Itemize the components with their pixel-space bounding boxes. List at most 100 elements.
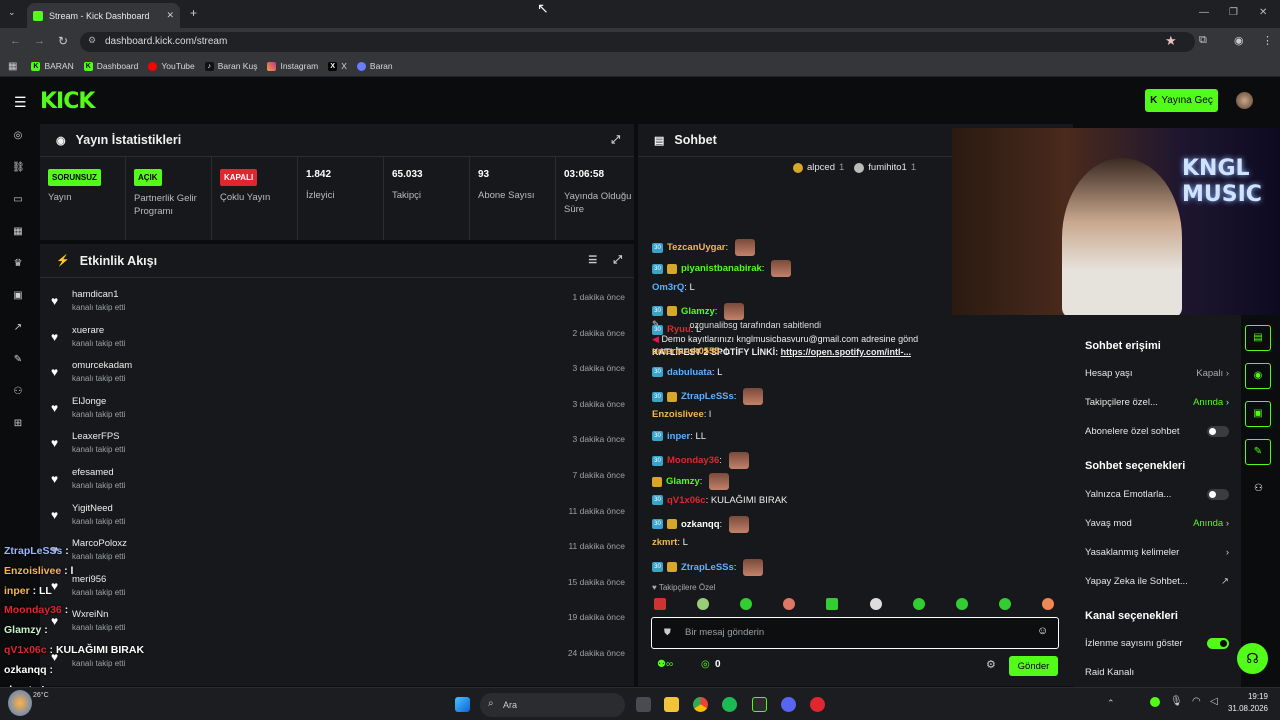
taskbar-search[interactable]: Ara <box>480 693 625 717</box>
volume-icon[interactable]: ◁ <box>1210 696 1218 707</box>
banned-words-row[interactable]: Yasaklanmış kelimeler › <box>1085 547 1229 558</box>
activity-item[interactable]: ♥ ElJonge kanalı takip etti 3 dakika önc… <box>40 391 634 426</box>
profile-icon[interactable]: ◉ <box>1234 34 1244 47</box>
weather-icon[interactable] <box>8 690 32 716</box>
activity-item[interactable]: ♥ hamdican1 kanalı takip etti 1 dakika ö… <box>40 284 634 319</box>
chat-message[interactable]: 30 inper: LL <box>652 431 706 442</box>
users-infinity-icon[interactable]: ⚉∞ <box>657 659 673 670</box>
bookmark-x[interactable]: XX <box>328 61 347 71</box>
chat-message[interactable]: 30 Glamzy: <box>652 302 745 320</box>
filter-icon[interactable]: ☰ <box>588 255 597 266</box>
stream-toggle-icon[interactable]: ◉ <box>1245 363 1271 389</box>
user-avatar[interactable] <box>1236 92 1253 109</box>
followers-only-row[interactable]: Takipçilere özel... Anında › <box>1085 397 1229 408</box>
tab-close-icon[interactable]: ✕ <box>166 10 174 21</box>
calendar-icon[interactable]: ▦ <box>12 226 24 238</box>
minimize-icon[interactable]: — <box>1199 7 1209 18</box>
chat-message[interactable]: 30 ZtrapLeSSs: <box>652 388 764 406</box>
forward-icon[interactable]: → <box>34 35 45 47</box>
activity-username[interactable]: meri956 <box>72 574 106 585</box>
raid-channel-row[interactable]: Raid Kanalı <box>1085 667 1229 678</box>
app-icon[interactable] <box>752 697 767 712</box>
kick-logo[interactable]: KICK <box>40 89 95 114</box>
activity-username[interactable]: omurcekadam <box>72 360 132 371</box>
bookmark-star-icon[interactable]: ★ <box>1165 33 1177 49</box>
bookmark-dashboard[interactable]: K Dashboard <box>83 61 138 71</box>
emotes-only-toggle[interactable] <box>1207 489 1229 500</box>
community-icon[interactable]: ⚇ <box>12 386 24 398</box>
bookmark-youtube[interactable]: YouTube <box>148 61 195 71</box>
back-icon[interactable]: ← <box>10 35 21 47</box>
bookmark-tiktok[interactable]: ♪ Baran Kuş <box>204 61 257 71</box>
media-toggle-icon[interactable]: ▣ <box>1245 401 1271 427</box>
close-window-icon[interactable]: ✕ <box>1259 7 1267 18</box>
new-tab-icon[interactable]: + <box>190 6 197 20</box>
activity-item[interactable]: ♥ efesamed kanalı takip etti 7 dakika ön… <box>40 462 634 497</box>
tray-app-icon[interactable] <box>1150 697 1160 707</box>
activity-item[interactable]: ♥ MarcoPoloxz kanalı takip etti 11 dakik… <box>40 533 634 568</box>
chat-message[interactable]: 30 TezcanUygar: <box>652 239 755 256</box>
support-headset-icon[interactable]: ☊ <box>1237 643 1268 674</box>
hamburger-menu-icon[interactable]: ☰ <box>14 94 27 111</box>
chat-message[interactable]: 30 piyanistbanabirak: <box>652 260 792 278</box>
trophy-icon[interactable]: ♛ <box>12 258 24 270</box>
windows-start-icon[interactable] <box>455 697 470 712</box>
activity-item[interactable]: ♥ YigitNeed kanalı takip etti 11 dakika … <box>40 498 634 533</box>
activity-username[interactable]: ElJonge <box>72 396 106 407</box>
chat-message[interactable]: Enzoislivee: l <box>652 409 711 420</box>
chat-message[interactable]: Om3rQ: L <box>652 282 695 293</box>
activity-username[interactable]: WxreiNn <box>72 609 108 620</box>
tools-toggle-icon[interactable]: ✎ <box>1245 439 1271 465</box>
reload-icon[interactable]: ↻ <box>58 34 68 48</box>
chat-message[interactable]: omerfaruk0555: L <box>652 346 730 357</box>
emotes-only-row[interactable]: Yalnızca Emotlarla... <box>1085 489 1229 500</box>
activity-item[interactable]: ♥ omurcekadam kanalı takip etti 3 dakika… <box>40 355 634 390</box>
emote-bar[interactable] <box>654 598 1054 614</box>
chat-message[interactable]: zkmrt: L <box>652 537 688 548</box>
clock-date[interactable]: 31.08.2026 <box>1222 704 1268 713</box>
apps-grid-icon[interactable]: ▦ <box>8 61 17 72</box>
chat-message[interactable]: 30 ZtrapLeSSs: <box>652 558 764 576</box>
chat-settings-icon[interactable]: ⚙ <box>986 658 996 671</box>
bookmark-baran-2[interactable]: Baran <box>356 61 393 71</box>
chat-input[interactable]: Bir mesaj gönderin <box>651 617 1059 649</box>
wifi-icon[interactable]: ◠ <box>1192 696 1201 707</box>
chat-message[interactable]: 30 Ryuu: L <box>652 324 701 335</box>
task-view-icon[interactable] <box>636 697 651 712</box>
wrench-icon[interactable]: ✎ <box>12 354 24 366</box>
show-viewers-toggle[interactable] <box>1207 638 1229 649</box>
activity-username[interactable]: hamdican1 <box>72 289 118 300</box>
expand-icon[interactable]: ⤢ <box>613 254 622 267</box>
file-explorer-icon[interactable] <box>664 697 679 712</box>
activity-item[interactable]: ♥ LeaxerFPS kanalı takip etti 3 dakika ö… <box>40 426 634 461</box>
chat-message[interactable]: 30 ozkanqq: <box>652 515 749 533</box>
subs-only-row[interactable]: Abonelere özel sohbet <box>1085 426 1229 437</box>
ai-chat-row[interactable]: Yapay Zeka ile Sohbet... ↗ <box>1085 576 1229 587</box>
chat-message[interactable]: Glamzy: <box>652 473 730 491</box>
stream-icon[interactable]: ◎ <box>12 130 24 142</box>
community-icon[interactable]: ⚇ <box>1254 483 1263 494</box>
bot-icon[interactable]: ⊞ <box>12 418 24 430</box>
subs-only-toggle[interactable] <box>1207 426 1229 437</box>
extensions-icon[interactable]: ⧉ <box>1199 34 1207 47</box>
activity-item[interactable]: ♥ WxreiNn kanalı takip etti 19 dakika ön… <box>40 604 634 639</box>
spotify-link[interactable]: https://open.spotify.com/intl-... <box>781 347 911 357</box>
bookmark-instagram[interactable]: Instagram <box>267 61 318 71</box>
activity-item[interactable]: ♥ xuerare kanalı takip etti 2 dakika önc… <box>40 320 634 355</box>
tray-chevron-icon[interactable]: ⌃ <box>1107 698 1115 709</box>
chat-message[interactable]: 30 dabuluata: L <box>652 367 722 378</box>
activity-username[interactable]: efesamed <box>72 467 114 478</box>
spotify-icon[interactable] <box>722 697 737 712</box>
browser-menu-icon[interactable]: ⋮ <box>1262 34 1273 47</box>
window-icon[interactable]: ▭ <box>12 194 24 206</box>
discord-icon[interactable] <box>781 697 796 712</box>
activity-username[interactable]: LeaxerFPS <box>72 431 120 442</box>
emoji-picker-icon[interactable]: ☺ <box>1037 625 1048 637</box>
url-input[interactable]: dashboard.kick.com/stream <box>80 32 1195 52</box>
activity-username[interactable]: xuerare <box>72 325 104 336</box>
tab-active[interactable]: Stream - Kick Dashboard ✕ <box>27 3 180 28</box>
link-icon[interactable]: ⛓ <box>12 162 25 174</box>
account-age-row[interactable]: Hesap yaşı Kapalı › <box>1085 368 1229 379</box>
bookmark-baran[interactable]: K BARAN <box>31 61 74 71</box>
chat-message[interactable]: 30 Moonday36: <box>652 452 749 469</box>
